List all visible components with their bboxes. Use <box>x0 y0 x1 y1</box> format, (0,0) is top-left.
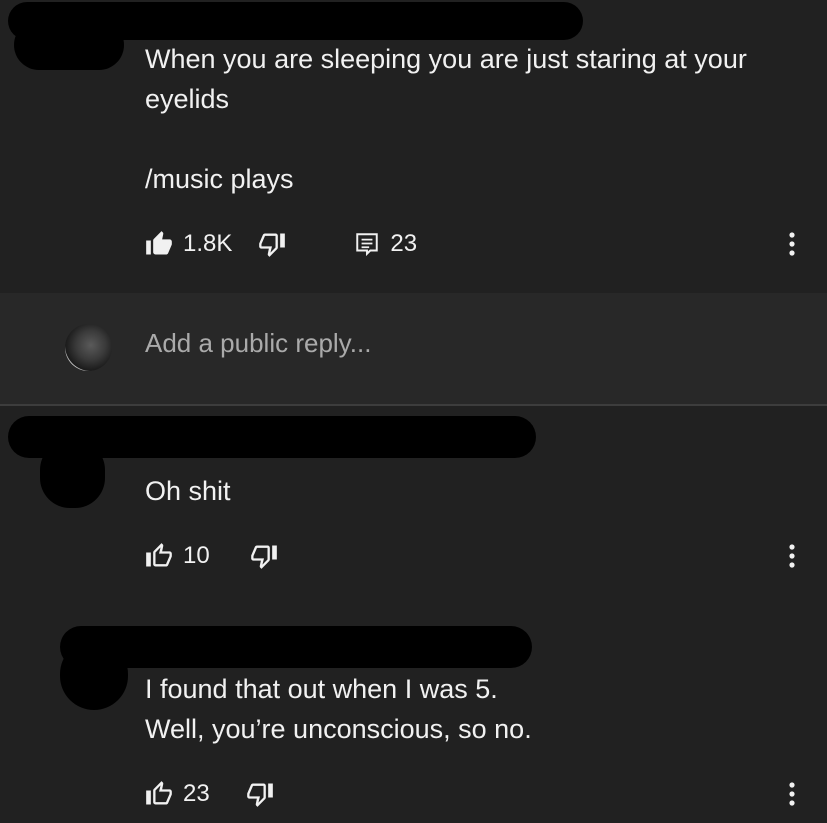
reply-input[interactable]: Add a public reply... <box>145 328 371 359</box>
like-count: 23 <box>183 780 210 807</box>
comment-icon[interactable] <box>354 231 380 257</box>
top-comment-text: When you are sleeping you are just stari… <box>145 44 747 194</box>
thumbs-down-icon[interactable] <box>258 230 286 258</box>
reply-text: I found that out when I was 5. Well, you… <box>145 674 532 744</box>
reply-actions: 23 <box>145 779 274 809</box>
redacted-avatar <box>60 640 128 710</box>
replies-section <box>0 406 827 823</box>
reply-actions: 10 <box>145 541 278 571</box>
reply-box-section <box>0 293 827 404</box>
like-count: 1.8K <box>183 230 233 257</box>
like-count: 10 <box>183 542 210 569</box>
more-vertical-icon[interactable] <box>782 541 802 571</box>
top-comment-actions: 1.8K 23 <box>145 229 417 259</box>
thumbs-up-icon[interactable] <box>145 780 173 808</box>
thumbs-up-filled-icon[interactable] <box>145 230 173 258</box>
reply-count: 23 <box>390 230 418 257</box>
reply-text: Oh shit <box>145 476 231 506</box>
thumbs-up-icon[interactable] <box>145 542 173 570</box>
redacted-username <box>60 626 532 668</box>
thumbs-down-icon[interactable] <box>246 780 274 808</box>
thumbs-down-icon[interactable] <box>250 542 278 570</box>
more-vertical-icon[interactable] <box>782 779 802 809</box>
redacted-avatar <box>40 440 105 508</box>
avatar <box>65 324 112 371</box>
redacted-avatar <box>14 20 124 70</box>
more-vertical-icon[interactable] <box>782 229 802 259</box>
